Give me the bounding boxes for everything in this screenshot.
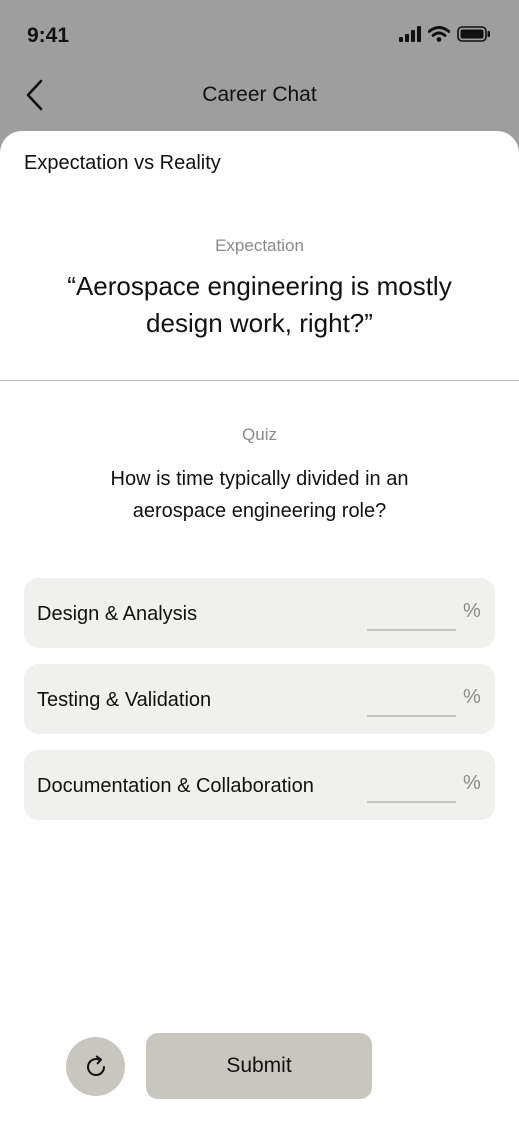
chat-sheet: Expectation vs Reality Expectation “Aero… bbox=[0, 131, 519, 1126]
refresh-icon bbox=[86, 1055, 105, 1076]
answer-label: Design & Analysis bbox=[37, 603, 198, 625]
expectation-quote: “Aerospace engineering is mostly design … bbox=[67, 271, 452, 338]
percent-input[interactable] bbox=[367, 596, 456, 631]
answer-row-documentation-collaboration: Documentation & Collaboration % bbox=[24, 750, 495, 820]
expectation-label: Expectation bbox=[215, 236, 304, 255]
nav-bar: Career Chat bbox=[0, 70, 519, 130]
status-bar: 9:41 bbox=[0, 0, 519, 70]
page-title: Career Chat bbox=[202, 83, 317, 106]
wifi-icon bbox=[428, 26, 450, 42]
answer-row-testing-validation: Testing & Validation % bbox=[24, 664, 495, 734]
quiz-label: Quiz bbox=[242, 425, 277, 444]
percent-unit: % bbox=[463, 600, 481, 622]
sheet-header: Expectation vs Reality bbox=[24, 152, 221, 174]
percent-unit: % bbox=[463, 686, 481, 708]
refresh-button[interactable] bbox=[66, 1037, 125, 1096]
battery-icon bbox=[457, 26, 490, 42]
percent-input[interactable] bbox=[367, 682, 456, 717]
divider bbox=[0, 380, 519, 381]
cellular-signal-icon bbox=[399, 26, 421, 42]
status-time: 9:41 bbox=[27, 24, 70, 47]
percent-unit: % bbox=[463, 772, 481, 794]
answer-label: Documentation & Collaboration bbox=[37, 775, 314, 797]
quiz-question: How is time typically divided in an aero… bbox=[110, 468, 409, 522]
percent-input[interactable] bbox=[367, 768, 456, 803]
answer-row-design-analysis: Design & Analysis % bbox=[24, 578, 495, 648]
status-icons bbox=[399, 26, 491, 42]
answer-label: Testing & Validation bbox=[37, 689, 212, 711]
submit-button[interactable]: Submit bbox=[146, 1033, 372, 1099]
